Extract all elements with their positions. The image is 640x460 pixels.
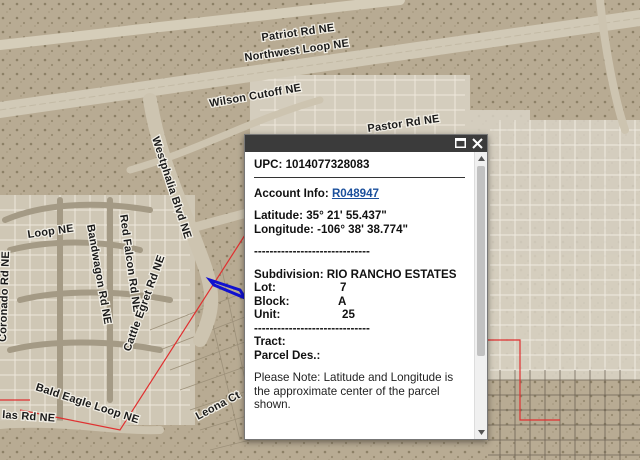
longitude-value: -106° 38' 38.774" <box>317 222 409 236</box>
coordinates-note: Please Note: Latitude and Longitude is t… <box>254 371 454 411</box>
account-label: Account Info: <box>254 186 329 200</box>
lot-value: 7 <box>340 281 347 294</box>
lot-label: Lot: <box>254 281 276 294</box>
account-link[interactable]: R048947 <box>332 187 379 200</box>
upc-label: UPC: <box>254 158 283 171</box>
upc-line: UPC: 1014077328083 <box>254 158 465 172</box>
parcel-des-label: Parcel Des.: <box>254 348 321 362</box>
popup-scrollbar[interactable] <box>474 152 487 439</box>
longitude-line: Longitude: -106° 38' 38.774" <box>254 223 465 237</box>
block-row: Block: A <box>254 295 465 309</box>
subdivision-label: Subdivision: <box>254 267 324 281</box>
block-value: A <box>338 294 347 308</box>
block-label: Block: <box>254 294 290 308</box>
upc-value: 1014077328083 <box>285 158 370 171</box>
scroll-down-icon[interactable] <box>475 427 487 438</box>
close-icon[interactable] <box>470 136 484 150</box>
popup-titlebar <box>245 135 487 152</box>
tract-label: Tract: <box>254 335 286 348</box>
scroll-up-icon[interactable] <box>475 153 487 164</box>
parcel-info-popup: UPC: 1014077328083 Account Info: R048947… <box>244 134 488 440</box>
scrollbar-thumb[interactable] <box>477 166 485 356</box>
unit-row: Unit: 25 <box>254 308 465 322</box>
latitude-label: Latitude: <box>254 209 303 222</box>
account-line: Account Info: R048947 <box>254 187 465 201</box>
unit-label: Unit: <box>254 308 281 321</box>
lot-row: Lot: 7 <box>254 281 465 295</box>
longitude-label: Longitude: <box>254 222 314 236</box>
subdivision-value: RIO RANCHO ESTATES <box>326 267 457 281</box>
latitude-value: 35° 21' 55.437" <box>306 209 387 222</box>
unit-value: 25 <box>342 308 355 321</box>
dash-separator-2: ------------------------------ <box>254 321 370 335</box>
latitude-line: Latitude: 35° 21' 55.437" <box>254 209 465 223</box>
maximize-icon[interactable] <box>453 136 467 150</box>
popup-content: UPC: 1014077328083 Account Info: R048947… <box>245 152 474 439</box>
subdivision-line: Subdivision: RIO RANCHO ESTATES <box>254 268 465 282</box>
dash-separator-1: ------------------------------ <box>254 245 370 258</box>
